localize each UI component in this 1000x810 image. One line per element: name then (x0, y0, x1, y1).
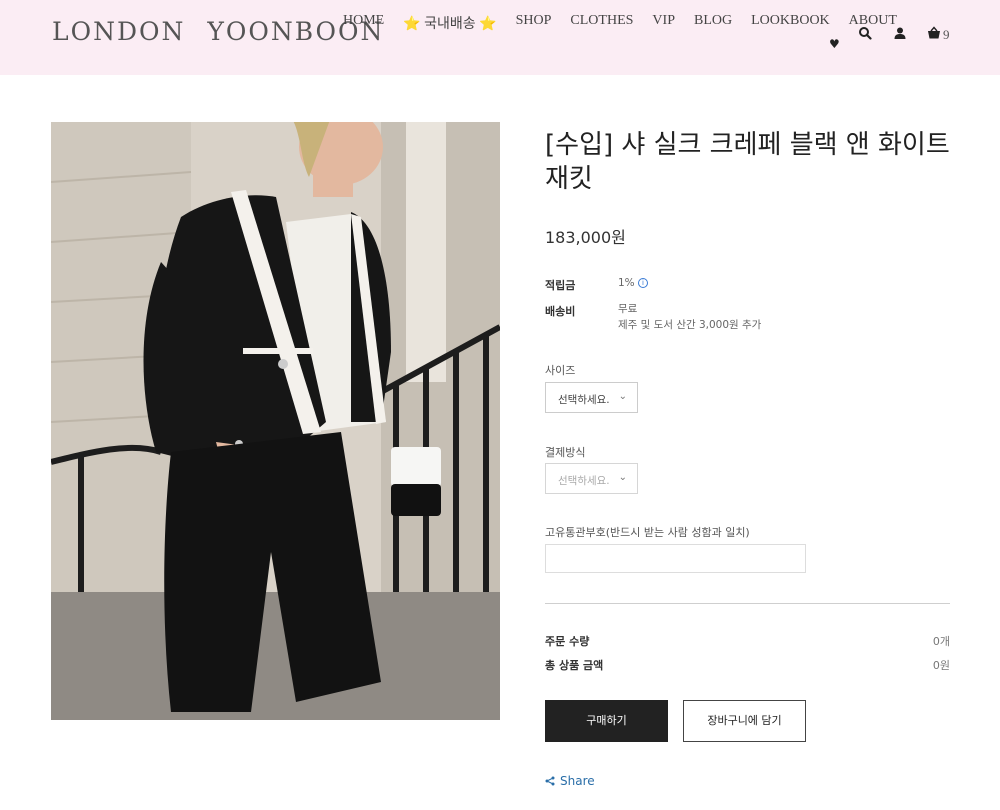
payment-label: 결제방식 (545, 446, 586, 459)
cart-icon[interactable] (927, 26, 941, 40)
total-value: 0원 (932, 659, 950, 672)
shipping-label: 배송비 (545, 305, 576, 318)
site-header: LONDON YOONBOON HOME ⭐ 국내배송 ⭐ SHOP CLOTH… (0, 0, 1000, 75)
chevron-down-icon: ⌄ (618, 472, 627, 483)
shipping-note: 제주 및 도서 산간 3,000원 추가 (618, 319, 762, 331)
product-photo-jacket (51, 122, 500, 720)
points-value: 1% (618, 277, 635, 289)
product-image[interactable] (51, 122, 500, 720)
site-logo[interactable]: LONDON YOONBOON (52, 17, 384, 46)
nav-home[interactable]: HOME (343, 13, 384, 33)
payment-select-value: 선택하세요. (558, 475, 610, 487)
product-title: [수입] 샤 실크 크레페 블랙 앤 화이트 재킷 (545, 130, 950, 194)
cart-count-badge: 9 (943, 27, 950, 42)
nav-lookbook[interactable]: LOOKBOOK (751, 13, 830, 33)
total-label: 총 상품 금액 (545, 659, 604, 672)
user-icon[interactable] (893, 26, 907, 40)
wishlist-heart-icon[interactable]: ♥ (829, 37, 840, 51)
main-nav: HOME ⭐ 국내배송 ⭐ SHOP CLOTHES VIP BLOG LOOK… (343, 13, 897, 33)
nav-clothes[interactable]: CLOTHES (570, 13, 633, 33)
info-icon[interactable]: i (638, 278, 648, 288)
customs-label: 고유통관부호(반드시 받는 사람 성함과 일치) (545, 526, 750, 539)
nav-domestic-shipping[interactable]: ⭐ 국내배송 ⭐ (403, 13, 496, 33)
points-label: 적립금 (545, 279, 576, 292)
size-select-value: 선택하세요. (558, 394, 610, 406)
payment-select[interactable]: 선택하세요. ⌄ (545, 463, 638, 494)
size-select[interactable]: 선택하세요. ⌄ (545, 382, 638, 413)
nav-about[interactable]: ABOUT (849, 13, 897, 33)
search-icon[interactable] (858, 26, 872, 40)
buy-now-button[interactable]: 구매하기 (545, 700, 668, 742)
customs-code-input[interactable] (545, 544, 806, 573)
share-label: Share (560, 774, 595, 788)
chevron-down-icon: ⌄ (618, 391, 627, 402)
quantity-label: 주문 수량 (545, 635, 590, 648)
divider (545, 603, 950, 604)
shipping-value: 무료 (618, 303, 638, 315)
add-to-cart-button[interactable]: 장바구니에 담기 (683, 700, 806, 742)
share-icon (545, 776, 555, 786)
share-link[interactable]: Share (545, 774, 595, 788)
nav-vip[interactable]: VIP (652, 13, 675, 33)
product-price: 183,000원 (545, 228, 626, 247)
nav-shop[interactable]: SHOP (516, 13, 552, 33)
quantity-value: 0개 (932, 635, 950, 648)
nav-blog[interactable]: BLOG (694, 13, 732, 33)
size-label: 사이즈 (545, 364, 576, 377)
